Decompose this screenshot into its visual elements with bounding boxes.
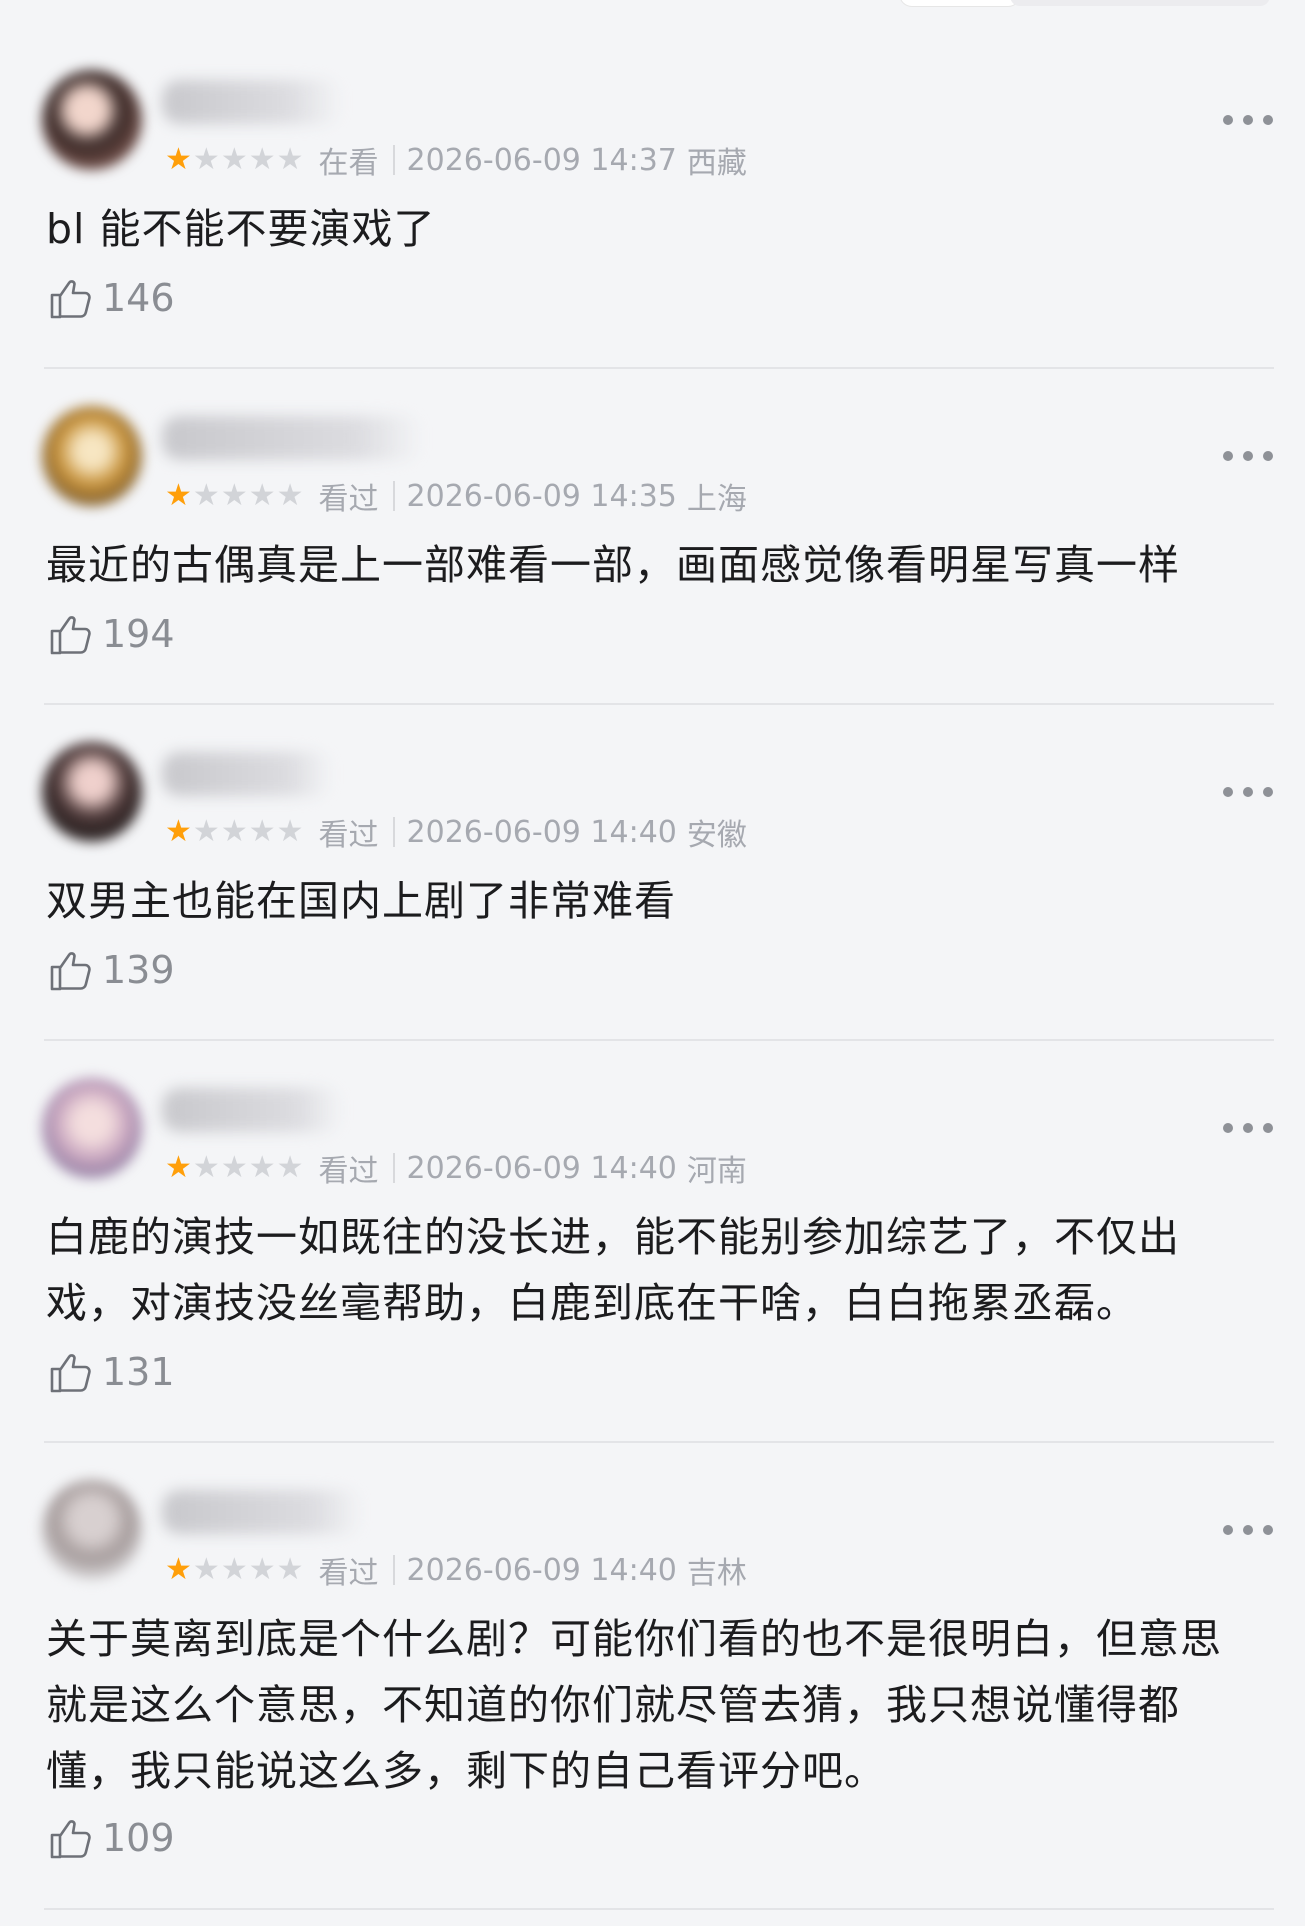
comment-date: 2026-06-09 14:40 bbox=[406, 1150, 677, 1186]
like-button[interactable]: 194 bbox=[46, 606, 175, 662]
thumbs-up-icon bbox=[50, 616, 91, 655]
thumbs-up-icon bbox=[50, 952, 91, 991]
star-rating: ★ ★ ★ ★ ★ bbox=[165, 1153, 305, 1183]
comment-text: bl 能不能不要演戏了 bbox=[46, 205, 436, 253]
thumbs-up-icon bbox=[50, 1820, 91, 1859]
avatar[interactable] bbox=[42, 70, 142, 170]
meta-separator bbox=[392, 145, 395, 175]
like-count: 194 bbox=[102, 612, 175, 656]
more-dots-icon[interactable] bbox=[1223, 110, 1273, 130]
star-icon: ★ bbox=[220, 478, 248, 513]
star-icon: ★ bbox=[248, 814, 276, 849]
thumbs-up-icon bbox=[50, 280, 91, 319]
star-icon: ★ bbox=[192, 1150, 220, 1185]
more-dots-icon[interactable] bbox=[1223, 1520, 1273, 1540]
star-icon: ★ bbox=[220, 1150, 248, 1185]
divider bbox=[44, 1908, 1274, 1910]
comment-meta: ★ ★ ★ ★ ★ 在看 2026-06-09 14:37 西藏 bbox=[165, 140, 747, 182]
star-icon: ★ bbox=[276, 1150, 304, 1185]
watch-status: 看过 bbox=[318, 1556, 379, 1591]
star-icon: ★ bbox=[192, 142, 220, 177]
more-dots-icon[interactable] bbox=[1223, 446, 1273, 466]
like-count: 139 bbox=[102, 948, 175, 992]
top-segment-bar bbox=[1010, 0, 1270, 6]
meta-separator bbox=[392, 817, 395, 847]
username[interactable] bbox=[162, 80, 342, 124]
star-rating: ★ ★ ★ ★ ★ bbox=[165, 1555, 305, 1585]
star-rating: ★ ★ ★ ★ ★ bbox=[165, 145, 305, 175]
comment-location: 河南 bbox=[686, 1154, 747, 1189]
star-icon: ★ bbox=[276, 142, 304, 177]
watch-status: 看过 bbox=[318, 482, 379, 517]
star-icon: ★ bbox=[248, 1552, 276, 1587]
username[interactable] bbox=[162, 416, 422, 460]
star-icon: ★ bbox=[248, 1150, 276, 1185]
star-icon: ★ bbox=[192, 1552, 220, 1587]
more-dots-icon[interactable] bbox=[1223, 782, 1273, 802]
avatar[interactable] bbox=[42, 1480, 142, 1580]
meta-separator bbox=[392, 481, 395, 511]
comment-text: 最近的古偶真是上一部难看一部，画面感觉像看明星写真一样 bbox=[46, 541, 1180, 589]
divider bbox=[44, 1441, 1274, 1443]
meta-separator bbox=[392, 1153, 395, 1183]
username[interactable] bbox=[162, 1088, 342, 1132]
comment-location: 西藏 bbox=[686, 146, 747, 181]
comment-date: 2026-06-09 14:37 bbox=[406, 142, 677, 178]
comment-text: 双男主也能在国内上剧了非常难看 bbox=[46, 877, 676, 925]
like-count: 109 bbox=[102, 1816, 175, 1860]
star-icon: ★ bbox=[165, 814, 192, 849]
comment-location: 吉林 bbox=[686, 1556, 747, 1591]
avatar[interactable] bbox=[42, 406, 142, 506]
comment-meta: ★ ★ ★ ★ ★ 看过 2026-06-09 14:40 安徽 bbox=[165, 812, 747, 854]
divider bbox=[44, 367, 1274, 369]
meta-separator bbox=[392, 1555, 395, 1585]
watch-status: 看过 bbox=[318, 1154, 379, 1189]
avatar[interactable] bbox=[42, 1078, 142, 1178]
star-icon: ★ bbox=[165, 142, 192, 177]
star-icon: ★ bbox=[248, 142, 276, 177]
like-button[interactable]: 139 bbox=[46, 942, 175, 998]
comment-text: 关于莫离到底是个什么剧？可能你们看的也不是很明白，但意思就是这么个意思，不知道的… bbox=[46, 1615, 1222, 1795]
like-count: 131 bbox=[102, 1350, 175, 1394]
like-count: 146 bbox=[102, 276, 175, 320]
star-icon: ★ bbox=[248, 478, 276, 513]
star-icon: ★ bbox=[192, 814, 220, 849]
star-icon: ★ bbox=[192, 478, 220, 513]
comment-date: 2026-06-09 14:40 bbox=[406, 814, 677, 850]
star-icon: ★ bbox=[276, 814, 304, 849]
star-icon: ★ bbox=[276, 1552, 304, 1587]
like-button[interactable]: 109 bbox=[46, 1810, 175, 1866]
like-button[interactable]: 146 bbox=[46, 270, 175, 326]
comment-location: 上海 bbox=[686, 482, 747, 517]
comment-text: 白鹿的演技一如既往的没长进，能不能别参加综艺了，不仅出戏，对演技没丝毫帮助，白鹿… bbox=[46, 1213, 1180, 1327]
star-rating: ★ ★ ★ ★ ★ bbox=[165, 817, 305, 847]
star-icon: ★ bbox=[276, 478, 304, 513]
comment-meta: ★ ★ ★ ★ ★ 看过 2026-06-09 14:40 河南 bbox=[165, 1148, 747, 1190]
star-icon: ★ bbox=[165, 478, 192, 513]
star-icon: ★ bbox=[165, 1552, 192, 1587]
username[interactable] bbox=[162, 1490, 362, 1534]
comment-date: 2026-06-09 14:40 bbox=[406, 1552, 677, 1588]
thumbs-up-icon bbox=[50, 1354, 91, 1393]
star-icon: ★ bbox=[220, 814, 248, 849]
watch-status: 在看 bbox=[318, 146, 379, 181]
comment-meta: ★ ★ ★ ★ ★ 看过 2026-06-09 14:35 上海 bbox=[165, 476, 747, 518]
star-icon: ★ bbox=[165, 1150, 192, 1185]
avatar[interactable] bbox=[42, 742, 142, 842]
star-icon: ★ bbox=[220, 142, 248, 177]
comment-meta: ★ ★ ★ ★ ★ 看过 2026-06-09 14:40 吉林 bbox=[165, 1550, 747, 1592]
like-button[interactable]: 131 bbox=[46, 1344, 175, 1400]
divider bbox=[44, 1039, 1274, 1041]
comment-location: 安徽 bbox=[686, 818, 747, 853]
watch-status: 看过 bbox=[318, 818, 379, 853]
star-rating: ★ ★ ★ ★ ★ bbox=[165, 481, 305, 511]
divider bbox=[44, 703, 1274, 705]
top-segment-tab[interactable] bbox=[900, 0, 1020, 6]
username[interactable] bbox=[162, 752, 332, 796]
comment-date: 2026-06-09 14:35 bbox=[406, 478, 677, 514]
star-icon: ★ bbox=[220, 1552, 248, 1587]
more-dots-icon[interactable] bbox=[1223, 1118, 1273, 1138]
